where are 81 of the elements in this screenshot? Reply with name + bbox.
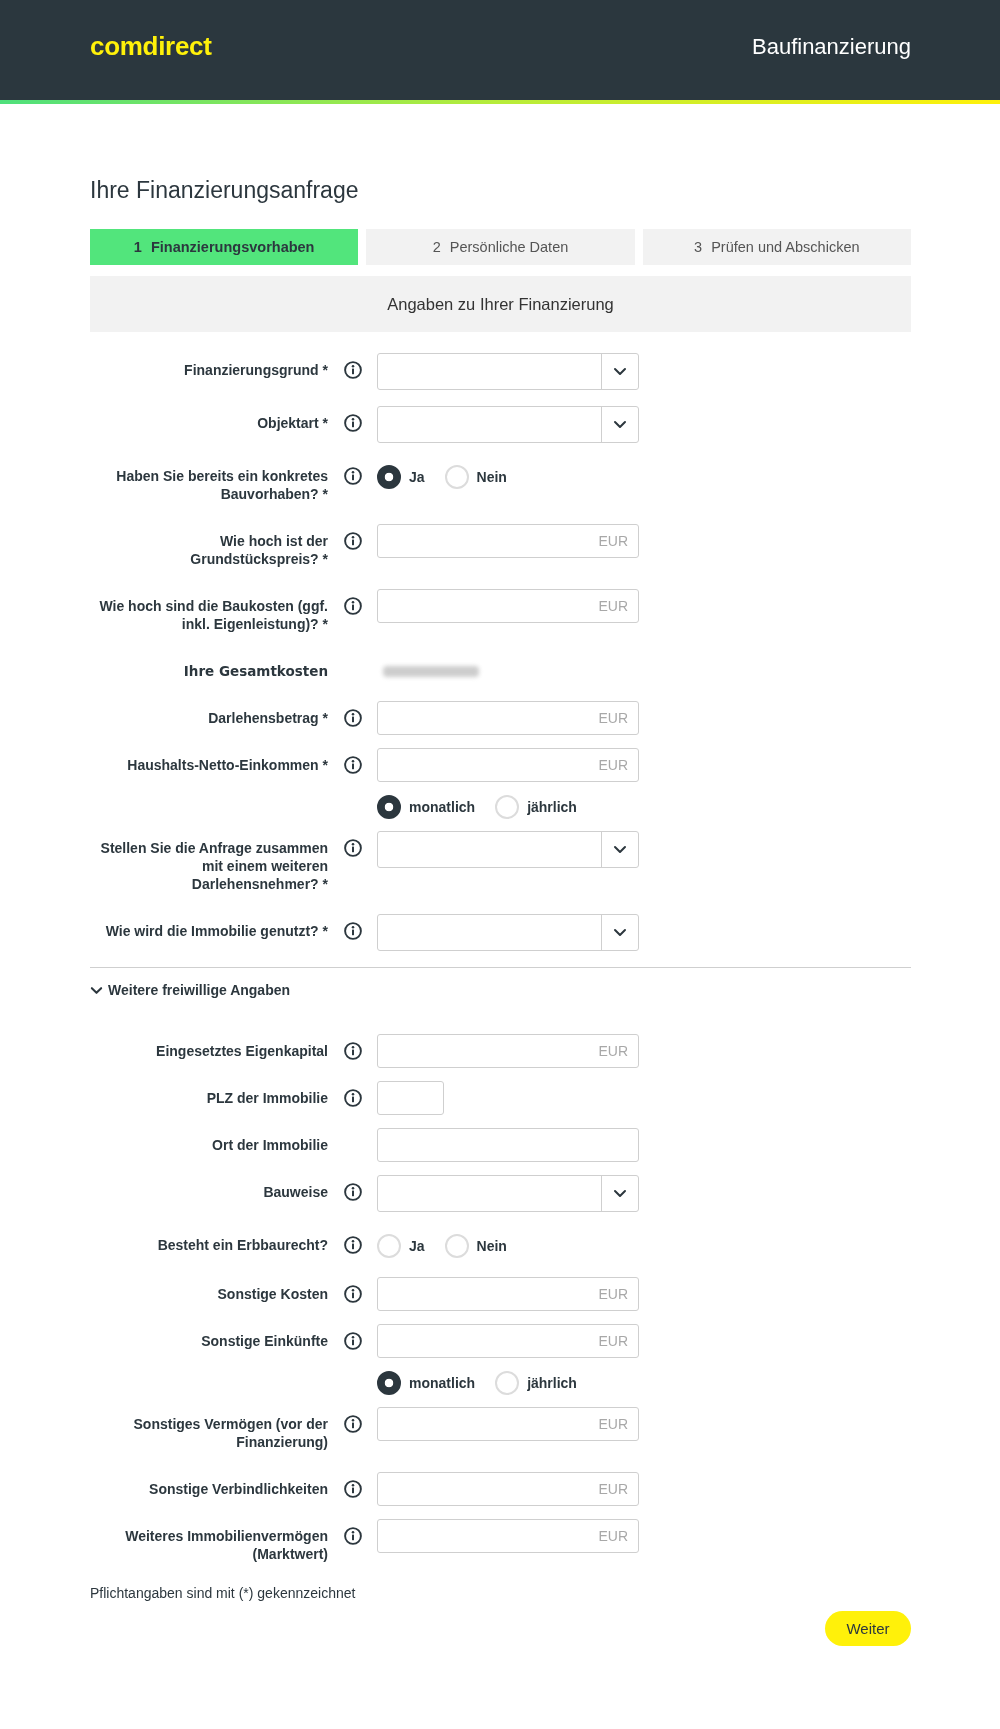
step-tab[interactable]: 2 Persönliche Daten	[366, 229, 635, 265]
field-label: PLZ der Immobilie	[206, 1090, 328, 1106]
field-label: Eingesetztes Eigenkapital	[156, 1043, 328, 1059]
field-label: Finanzierungsgrund *	[184, 362, 328, 378]
field-label: Ort der Immobilie	[212, 1137, 328, 1153]
step-tab[interactable]: 3 Prüfen und Abschicken	[642, 229, 911, 265]
field-label: Sonstige Verbindlichkeiten	[149, 1481, 328, 1497]
info-icon[interactable]	[343, 1285, 362, 1303]
input-field[interactable]: EUR	[377, 1407, 639, 1441]
info-icon[interactable]	[343, 839, 362, 857]
radio-label[interactable]: jährlich	[527, 1375, 577, 1391]
input-field[interactable]: EUR	[377, 589, 639, 623]
info-icon[interactable]	[343, 922, 362, 940]
info-icon[interactable]	[343, 1236, 362, 1254]
info-icon[interactable]	[343, 1527, 362, 1545]
radio-button[interactable]	[377, 465, 401, 489]
field-label: Darlehensbetrag *	[208, 710, 328, 726]
field-label: Ihre Gesamtkosten	[183, 663, 328, 679]
field-label: Haushalts-Netto-Einkommen *	[127, 757, 328, 773]
dropdown-field[interactable]	[377, 1175, 639, 1212]
field-label: Stellen Sie die Anfrage zusammen mit einem weiteren Darlehensnehmer? *	[100, 840, 328, 892]
info-icon[interactable]	[343, 1042, 362, 1060]
info-icon[interactable]	[343, 361, 362, 379]
field-label: Wie wird die Immobilie genutzt? *	[105, 923, 328, 939]
info-icon[interactable]	[343, 532, 362, 550]
chevron-down-icon	[613, 928, 627, 937]
info-icon[interactable]	[343, 597, 362, 615]
info-icon[interactable]	[343, 756, 362, 774]
input-field[interactable]: EUR	[377, 1519, 639, 1553]
input-field[interactable]: EUR	[377, 701, 639, 735]
header-title: Baufinanzierung	[752, 34, 911, 60]
chevron-down-icon	[613, 420, 627, 429]
input-field[interactable]: EUR	[377, 748, 639, 782]
info-icon[interactable]	[343, 1332, 362, 1350]
radio-label[interactable]: Nein	[476, 1238, 507, 1254]
dropdown-field[interactable]	[377, 353, 639, 390]
input-field[interactable]: EUR	[377, 524, 639, 558]
chevron-down-icon	[613, 845, 627, 854]
radio-label[interactable]: Ja	[409, 469, 425, 485]
field-label: Wie hoch ist der Grundstückspreis? *	[190, 533, 328, 567]
info-icon[interactable]	[343, 467, 362, 485]
info-icon[interactable]	[343, 1183, 362, 1201]
radio-label[interactable]: Nein	[476, 469, 507, 485]
radio-label[interactable]: Ja	[409, 1238, 425, 1254]
field-label: Besteht ein Erbbaurecht?	[157, 1237, 328, 1253]
field-label: Wie hoch sind die Baukosten (ggf. inkl. Eigenleistung)? *	[99, 598, 328, 632]
field-label: Haben Sie bereits ein konkretes Bauvorhaben? *	[116, 468, 328, 502]
chevron-down-icon	[613, 367, 627, 376]
radio-button[interactable]	[377, 1371, 401, 1395]
input-field[interactable]	[377, 1128, 639, 1162]
info-icon[interactable]	[343, 414, 362, 432]
required-note: Pflichtangaben sind mit (*) gekennzeichnet	[90, 1584, 357, 1602]
input-field[interactable]: EUR	[377, 1277, 639, 1311]
radio-label[interactable]: monatlich	[409, 799, 476, 815]
dropdown-field[interactable]	[377, 831, 639, 868]
input-field[interactable]: EUR	[377, 1472, 639, 1506]
next-button[interactable]: Weiter	[825, 1611, 911, 1646]
chevron-down-icon	[613, 1189, 627, 1198]
input-field[interactable]	[377, 1081, 444, 1115]
field-label: Sonstige Kosten	[217, 1286, 328, 1302]
radio-label[interactable]: monatlich	[409, 1375, 476, 1391]
input-field[interactable]: EUR	[377, 1324, 639, 1358]
section-heading: Angaben zu Ihrer Finanzierung	[90, 276, 911, 332]
field-label: Weiteres Immobilienvermögen (Marktwert)	[125, 1528, 328, 1562]
page-title: Ihre Finanzierungsanfrage	[90, 176, 360, 205]
radio-button[interactable]	[377, 795, 401, 819]
section-toggle[interactable]: Weitere freiwillige Angaben	[90, 981, 291, 999]
info-icon[interactable]	[343, 1415, 362, 1433]
radio-label[interactable]: jährlich	[527, 799, 577, 815]
info-icon[interactable]	[343, 709, 362, 727]
logo[interactable]: comdirect	[90, 30, 212, 62]
field-label: Sonstiges Vermögen (vor der Finanzierung)	[133, 1416, 328, 1450]
info-icon[interactable]	[343, 1480, 362, 1498]
field-label: Objektart *	[257, 415, 328, 431]
input-field[interactable]: EUR	[377, 1034, 639, 1068]
dropdown-field[interactable]	[377, 406, 639, 443]
step-tab[interactable]: 1 Finanzierungsvorhaben	[90, 229, 359, 265]
info-icon[interactable]	[343, 1089, 362, 1107]
field-label: Bauweise	[263, 1184, 328, 1200]
dropdown-field[interactable]	[377, 914, 639, 951]
field-label: Sonstige Einkünfte	[201, 1333, 328, 1349]
